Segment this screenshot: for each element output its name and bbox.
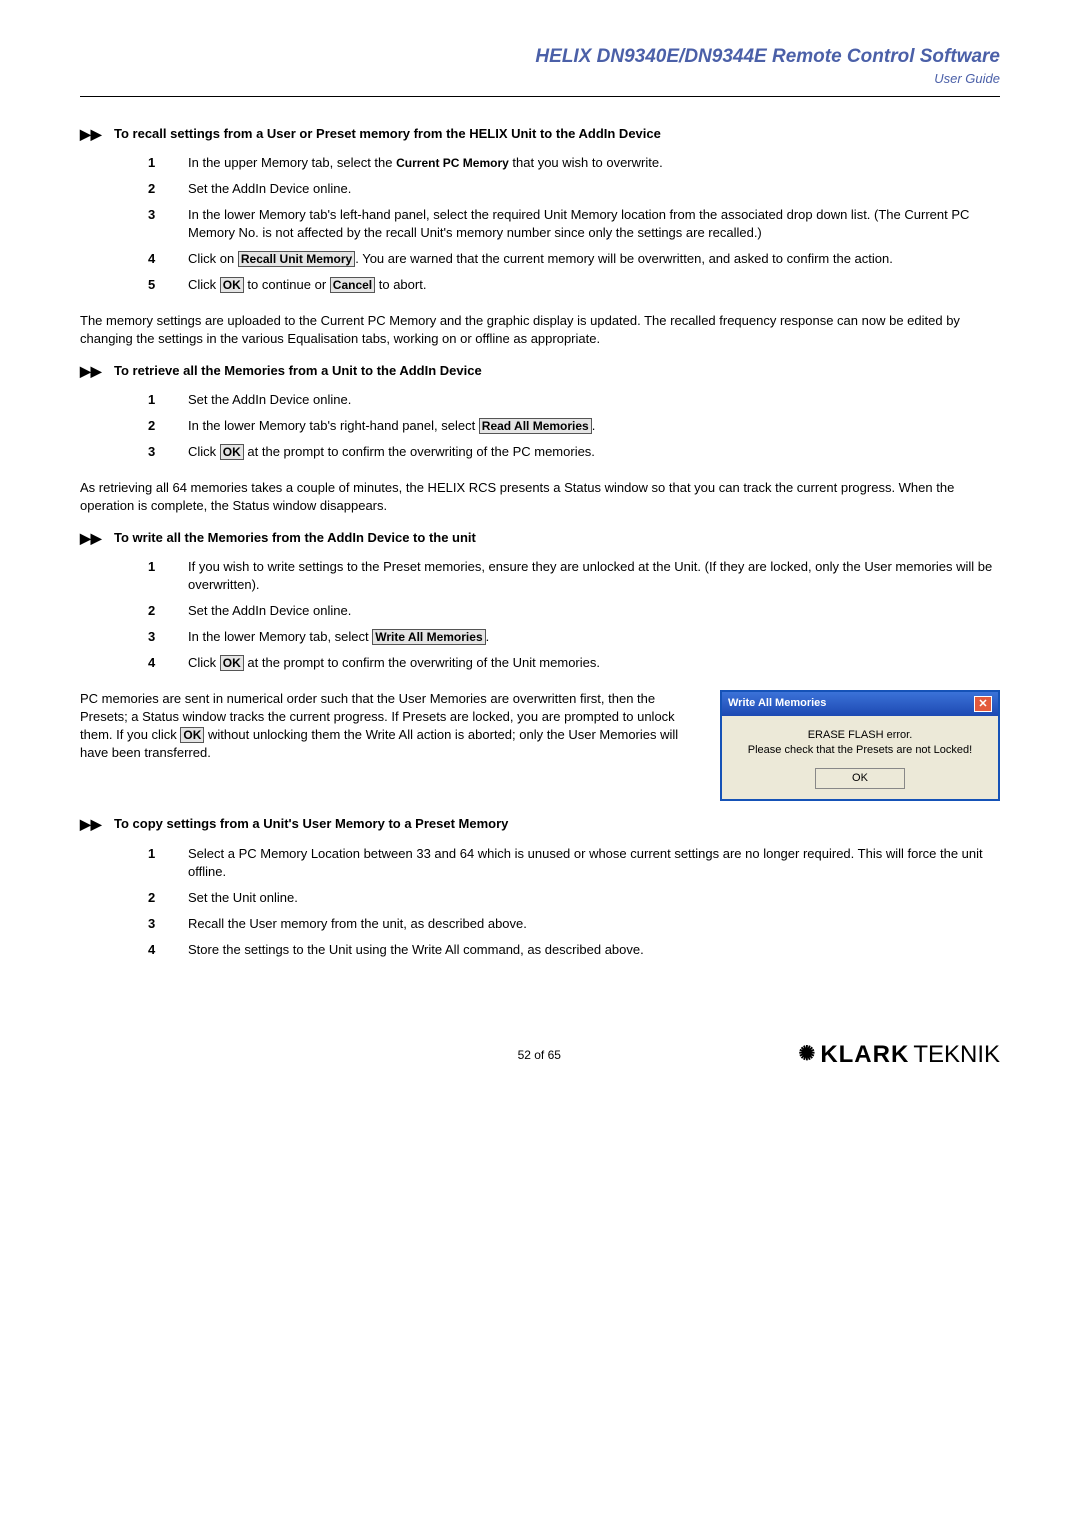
step-text: Set the AddIn Device online. <box>188 391 1000 409</box>
globe-icon: ✺ <box>799 1041 817 1069</box>
read-all-memories-button[interactable]: Read All Memories <box>479 418 592 434</box>
section-write-all: ▶▶ To write all the Memories from the Ad… <box>80 529 1000 672</box>
step-number: 1 <box>148 154 188 172</box>
section-title: To copy settings from a Unit's User Memo… <box>114 815 1000 833</box>
ok-button[interactable]: OK <box>220 655 244 671</box>
dialog-ok-button[interactable]: OK <box>815 768 905 789</box>
section-title: To recall settings from a User or Preset… <box>114 125 1000 143</box>
dialog-message-line1: ERASE FLASH error. <box>732 728 988 743</box>
step-number: 2 <box>148 889 188 907</box>
section-body: The memory settings are uploaded to the … <box>80 312 1000 348</box>
step-number: 1 <box>148 845 188 863</box>
step-number: 2 <box>148 602 188 620</box>
step-text: Set the Unit online. <box>188 889 1000 907</box>
page-footer: 52 of 65 ✺ KLARKTEKNIK <box>80 1038 1000 1071</box>
arrow-icon: ▶▶ <box>80 362 114 381</box>
close-icon[interactable]: ✕ <box>974 696 992 712</box>
step-text: Recall the User memory from the unit, as… <box>188 915 1000 933</box>
section-body: As retrieving all 64 memories takes a co… <box>80 479 1000 515</box>
step-number: 2 <box>148 180 188 198</box>
step-text: Set the AddIn Device online. <box>188 602 1000 620</box>
step-number: 3 <box>148 443 188 461</box>
section-body: PC memories are sent in numerical order … <box>80 690 700 762</box>
step-number: 4 <box>148 654 188 672</box>
brand-logo: ✺ KLARKTEKNIK <box>799 1038 1000 1071</box>
header-divider <box>80 96 1000 97</box>
doc-subtitle: User Guide <box>80 70 1000 88</box>
write-all-memories-button[interactable]: Write All Memories <box>372 629 485 645</box>
arrow-icon: ▶▶ <box>80 125 114 144</box>
step-number: 2 <box>148 417 188 435</box>
cancel-button[interactable]: Cancel <box>330 277 375 293</box>
write-all-memories-dialog: Write All Memories ✕ ERASE FLASH error. … <box>720 690 1000 802</box>
step-number: 5 <box>148 276 188 294</box>
step-text: Click OK to continue or Cancel to abort. <box>188 276 1000 294</box>
step-number: 4 <box>148 941 188 959</box>
section-recall-settings: ▶▶ To recall settings from a User or Pre… <box>80 125 1000 294</box>
arrow-icon: ▶▶ <box>80 815 114 834</box>
section-title: To write all the Memories from the AddIn… <box>114 529 1000 547</box>
step-text: If you wish to write settings to the Pre… <box>188 558 1000 594</box>
dialog-message-line2: Please check that the Presets are not Lo… <box>732 743 988 758</box>
step-number: 3 <box>148 628 188 646</box>
section-title: To retrieve all the Memories from a Unit… <box>114 362 1000 380</box>
step-text: In the lower Memory tab, select Write Al… <box>188 628 1000 646</box>
step-text: Store the settings to the Unit using the… <box>188 941 1000 959</box>
section-copy-settings: ▶▶ To copy settings from a Unit's User M… <box>80 815 1000 958</box>
step-number: 4 <box>148 250 188 268</box>
ok-button[interactable]: OK <box>220 444 244 460</box>
step-text: In the lower Memory tab's left-hand pane… <box>188 206 1000 242</box>
arrow-icon: ▶▶ <box>80 529 114 548</box>
doc-title: HELIX DN9340E/DN9344E Remote Control Sof… <box>80 44 1000 70</box>
step-text: In the lower Memory tab's right-hand pan… <box>188 417 1000 435</box>
dialog-title: Write All Memories <box>728 696 826 711</box>
page-number: 52 of 65 <box>280 1047 799 1064</box>
step-number: 1 <box>148 558 188 576</box>
step-text: Click OK at the prompt to confirm the ov… <box>188 443 1000 461</box>
step-text: Select a PC Memory Location between 33 a… <box>188 845 1000 881</box>
recall-unit-memory-button[interactable]: Recall Unit Memory <box>238 251 355 267</box>
step-text: Click OK at the prompt to confirm the ov… <box>188 654 1000 672</box>
step-number: 3 <box>148 915 188 933</box>
ok-button[interactable]: OK <box>220 277 244 293</box>
section-retrieve-all: ▶▶ To retrieve all the Memories from a U… <box>80 362 1000 461</box>
step-text: In the upper Memory tab, select the Curr… <box>188 154 1000 172</box>
current-pc-memory-label: Current PC Memory <box>396 156 509 170</box>
ok-button[interactable]: OK <box>180 727 204 743</box>
step-text: Click on Recall Unit Memory. You are war… <box>188 250 1000 268</box>
step-number: 3 <box>148 206 188 224</box>
step-text: Set the AddIn Device online. <box>188 180 1000 198</box>
page-header: HELIX DN9340E/DN9344E Remote Control Sof… <box>80 44 1000 88</box>
step-number: 1 <box>148 391 188 409</box>
